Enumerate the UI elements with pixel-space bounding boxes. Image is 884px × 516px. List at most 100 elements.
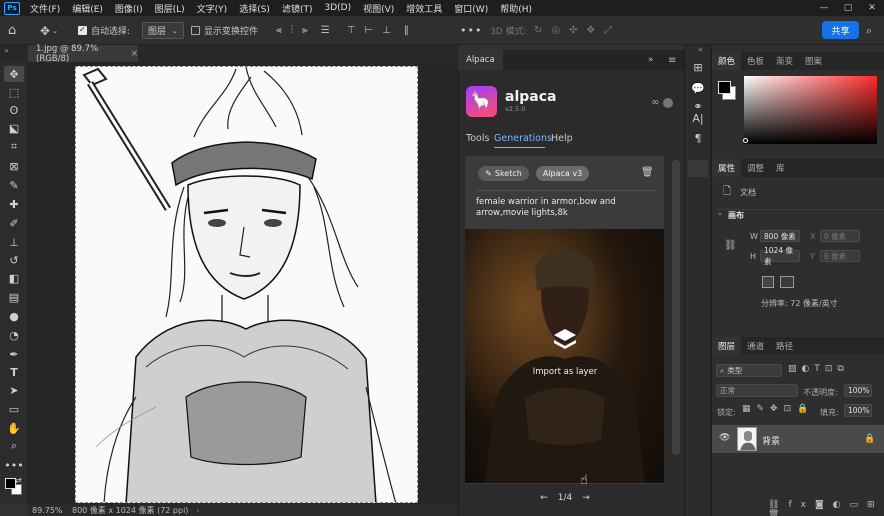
import-as-layer-button[interactable]: Import as layer — [525, 327, 605, 387]
move-tool-icon[interactable]: ✥ — [4, 66, 24, 82]
type-tool-icon[interactable]: T — [4, 364, 24, 380]
tab-layers[interactable]: 图层 — [712, 337, 742, 355]
more-options-button[interactable]: ••• — [460, 16, 482, 45]
comments-panel-icon[interactable]: 💬 — [689, 80, 707, 96]
mask-icon[interactable]: ◙ — [815, 500, 833, 510]
align-right-icon[interactable]: ⫸ — [302, 25, 308, 36]
path-select-tool-icon[interactable]: ➤ — [4, 382, 24, 398]
tab-libraries[interactable]: 库 — [770, 159, 791, 177]
delete-layer-icon[interactable]: 🗑 — [768, 510, 788, 516]
3d-roll-icon[interactable]: ◎ — [551, 25, 560, 36]
tab-color[interactable]: 颜色 — [712, 52, 742, 70]
tab-generations[interactable]: Generations — [494, 133, 552, 144]
edit-toolbar-icon[interactable]: ••• — [4, 457, 24, 473]
x-field[interactable]: 0 像素 — [820, 230, 860, 242]
chevron-down-icon[interactable]: ⌄ — [717, 209, 723, 217]
tab-close-icon[interactable]: × — [131, 49, 138, 59]
eye-icon[interactable]: 👁 — [719, 433, 730, 443]
sketch-chip[interactable]: ✎ Sketch — [478, 166, 529, 181]
close-icon[interactable]: ✕ — [860, 0, 884, 16]
healing-tool-icon[interactable]: ✚ — [4, 196, 24, 212]
menu-window[interactable]: 窗口(W) — [448, 2, 494, 15]
align-top-icon[interactable]: ⊤ — [347, 25, 356, 36]
gradient-tool-icon[interactable]: ▤ — [4, 289, 24, 305]
menu-select[interactable]: 选择(S) — [233, 2, 276, 15]
tab-gradients[interactable]: 渐变 — [770, 52, 799, 70]
document-canvas[interactable] — [75, 66, 418, 503]
menu-help[interactable]: 帮助(H) — [494, 2, 538, 15]
expand-panels-icon[interactable]: « — [698, 45, 703, 54]
color-picker-handle[interactable] — [743, 138, 748, 143]
color-picker-field[interactable] — [744, 76, 877, 144]
panel-menu-icon[interactable]: ≡ — [668, 55, 676, 66]
landscape-orientation-icon[interactable] — [780, 276, 794, 288]
auto-select-checkbox[interactable] — [78, 25, 87, 35]
search-icon[interactable]: ⌕ — [866, 16, 872, 45]
menu-3d[interactable]: 3D(D) — [318, 3, 357, 13]
document-size-info[interactable]: 800 像素 x 1024 像素 (72 ppi) — [72, 505, 188, 516]
status-arrow-icon[interactable]: › — [196, 506, 199, 515]
menu-file[interactable]: 文件(F) — [24, 2, 66, 15]
3d-slide-icon[interactable]: ✥ — [587, 25, 595, 36]
new-layer-icon[interactable]: ⊞ — [867, 500, 884, 510]
menu-view[interactable]: 视图(V) — [357, 2, 400, 15]
eyedropper-tool-icon[interactable]: ✎ — [4, 177, 24, 193]
collapse-toolbar-icon[interactable]: » — [4, 46, 9, 55]
zoom-tool-icon[interactable]: ⌕ — [4, 438, 24, 454]
crop-tool-icon[interactable]: ⌗ — [4, 139, 24, 155]
align-bottom-icon[interactable]: ⊥ — [382, 25, 391, 36]
link-icon[interactable]: ∞ — [651, 97, 659, 108]
frame-tool-icon[interactable]: ⊠ — [4, 158, 24, 174]
minimize-icon[interactable]: — — [812, 0, 836, 16]
align-center-icon[interactable]: ⫶ — [291, 25, 294, 36]
menu-layer[interactable]: 图层(L) — [149, 2, 191, 15]
maximize-icon[interactable]: ▢ — [836, 0, 860, 16]
tab-adjustments[interactable]: 调整 — [741, 159, 770, 177]
rectangle-tool-icon[interactable]: ▭ — [4, 401, 24, 417]
swap-colors-icon[interactable]: ⇄ — [15, 476, 22, 485]
alpaca-scrollbar[interactable] — [672, 160, 680, 455]
tab-properties[interactable]: 属性 — [712, 159, 742, 177]
lock-options-icons[interactable]: ▦✎✥⊡🔒 — [742, 404, 814, 414]
eraser-tool-icon[interactable]: ◧ — [4, 270, 24, 286]
character-panel-icon[interactable]: A| — [689, 110, 707, 126]
share-button[interactable]: 共享 — [822, 21, 859, 39]
stamp-tool-icon[interactable]: ⊥ — [4, 234, 24, 250]
prev-arrow-icon[interactable]: ← — [540, 493, 548, 503]
portrait-orientation-icon[interactable] — [762, 276, 774, 288]
home-icon[interactable]: ⌂ — [8, 16, 16, 45]
blend-mode-dropdown[interactable]: 正常 — [716, 384, 798, 397]
trash-icon[interactable]: 🗑 — [641, 167, 654, 178]
next-arrow-icon[interactable]: → — [582, 493, 590, 503]
history-panel-icon[interactable]: ⊞ — [689, 59, 707, 75]
dodge-tool-icon[interactable]: ◔ — [4, 327, 24, 343]
menu-edit[interactable]: 编辑(E) — [66, 2, 109, 15]
fx-icon[interactable]: fx — [788, 500, 815, 510]
tab-tools[interactable]: Tools — [466, 133, 489, 144]
tab-swatches[interactable]: 色板 — [741, 52, 770, 70]
brush-tool-icon[interactable]: ✐ — [4, 215, 24, 231]
show-transform-checkbox[interactable] — [191, 26, 200, 35]
blur-tool-icon[interactable]: ● — [4, 308, 24, 324]
align-left-icon[interactable]: ⫷ — [276, 25, 282, 36]
distribute-icon[interactable]: ☰ — [321, 25, 330, 36]
tab-help[interactable]: Help — [551, 133, 573, 144]
menu-image[interactable]: 图像(I) — [109, 2, 149, 15]
3d-drag-icon[interactable]: ✣ — [569, 25, 577, 36]
align-middle-icon[interactable]: ⊢ — [364, 25, 373, 36]
menu-filter[interactable]: 滤镜(T) — [276, 2, 319, 15]
move-tool-icon[interactable]: ✥ ⌄ — [40, 16, 58, 45]
tab-patterns[interactable]: 图案 — [799, 52, 828, 70]
document-tab[interactable]: 1.jpg @ 89.7%(RGB/8) × — [28, 44, 138, 64]
marquee-tool-icon[interactable]: ⬚ — [4, 84, 24, 100]
tab-channels[interactable]: 通道 — [741, 337, 770, 355]
fg-color-chip[interactable] — [718, 81, 731, 94]
y-field[interactable]: 0 像素 — [820, 250, 860, 262]
model-chip[interactable]: Alpaca v3 — [536, 166, 589, 181]
object-select-tool-icon[interactable]: ⬕ — [4, 120, 24, 136]
menu-type[interactable]: 文字(Y) — [191, 2, 234, 15]
history-brush-icon[interactable]: ↺ — [4, 252, 24, 268]
layer-filter-icons[interactable]: ▨◐T⊡⧉ — [788, 364, 849, 374]
paragraph-panel-icon[interactable]: ¶ — [689, 130, 707, 146]
fill-field[interactable]: 100% — [844, 404, 872, 417]
